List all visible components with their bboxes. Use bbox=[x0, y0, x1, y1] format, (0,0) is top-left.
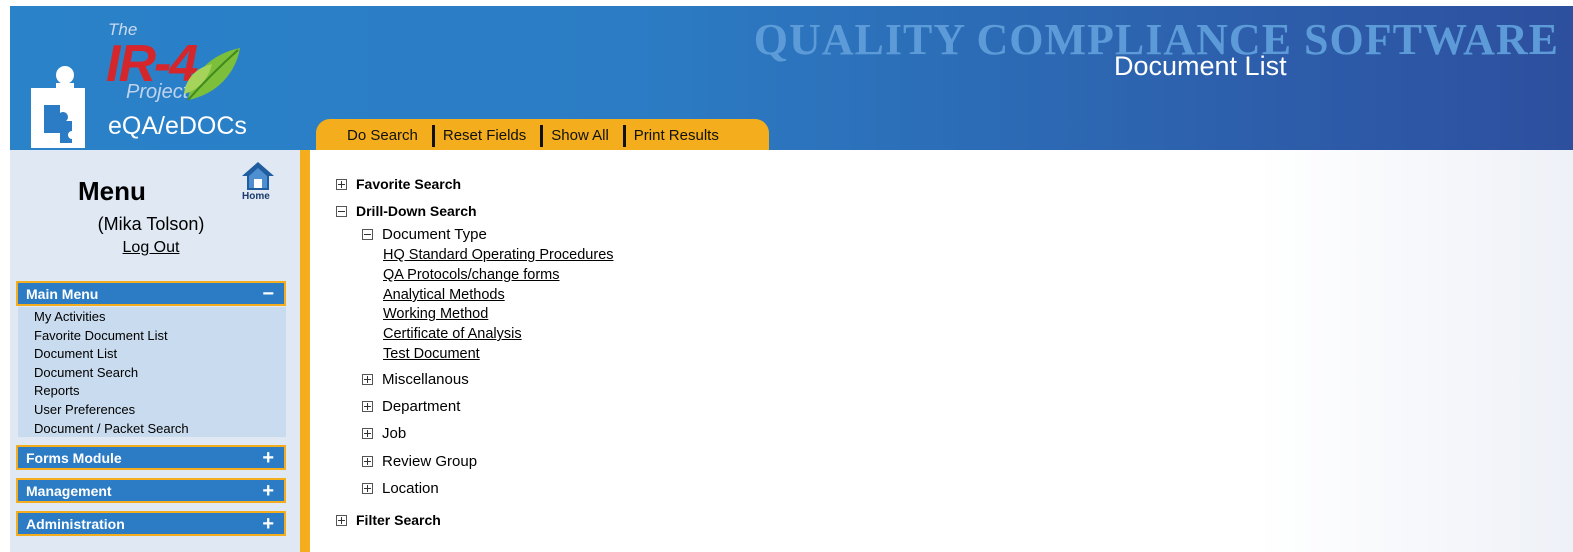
menu-title: Menu bbox=[78, 176, 146, 206]
node-label[interactable]: Review Group bbox=[382, 453, 477, 470]
section-administration[interactable]: Administration + bbox=[16, 511, 286, 536]
menu-item-favorite-document-list[interactable]: Favorite Document List bbox=[18, 327, 286, 346]
tree-node-location[interactable]: Location bbox=[362, 480, 439, 497]
tree-node-miscellanous[interactable]: Miscellanous bbox=[362, 371, 469, 388]
doc-type-link[interactable]: Certificate of Analysis bbox=[383, 326, 522, 342]
minus-expander-icon[interactable] bbox=[362, 229, 373, 240]
doc-type-link[interactable]: QA Protocols/change forms bbox=[383, 267, 560, 283]
sidebar: Menu Home (Mika Tolson) Log Out Main Men… bbox=[10, 150, 300, 552]
plus-icon[interactable]: + bbox=[262, 514, 274, 534]
menu-item-document-list[interactable]: Document List bbox=[18, 345, 286, 364]
menu-item-user-preferences[interactable]: User Preferences bbox=[18, 401, 286, 420]
plus-expander-icon[interactable] bbox=[362, 456, 373, 467]
tree-node-filter-search[interactable]: Filter Search bbox=[336, 512, 441, 528]
section-label: Main Menu bbox=[26, 285, 99, 302]
menu-item-document-packet-search[interactable]: Document / Packet Search bbox=[18, 420, 286, 439]
section-label: Administration bbox=[26, 515, 125, 532]
node-label[interactable]: Drill-Down Search bbox=[356, 203, 477, 219]
tree-node-favorite-search[interactable]: Favorite Search bbox=[336, 176, 461, 192]
doc-type-link[interactable]: Working Method bbox=[383, 306, 488, 322]
node-label[interactable]: Location bbox=[382, 480, 439, 497]
tree-node-document-type[interactable]: Document Type bbox=[362, 226, 487, 243]
user-name: (Mika Tolson) bbox=[97, 214, 205, 234]
doc-type-link[interactable]: Test Document bbox=[383, 346, 480, 362]
menu-item-my-activities[interactable]: My Activities bbox=[18, 308, 286, 327]
sidebar-divider bbox=[300, 150, 310, 552]
doc-type-link[interactable]: Analytical Methods bbox=[383, 287, 505, 303]
plus-expander-icon[interactable] bbox=[336, 178, 347, 190]
home-label[interactable]: Home bbox=[242, 191, 270, 202]
section-label: Forms Module bbox=[26, 449, 122, 466]
do-search-button[interactable]: Do Search bbox=[341, 124, 435, 147]
app-header: The IR-4 Project eQA/eDOCs QUALITY COMPL… bbox=[10, 6, 1573, 150]
main-menu-list: My Activities Favorite Document List Doc… bbox=[18, 307, 286, 437]
menu-item-document-search[interactable]: Document Search bbox=[18, 364, 286, 383]
product-name: eQA/eDOCs bbox=[108, 112, 247, 140]
node-label[interactable]: Filter Search bbox=[356, 512, 441, 528]
document-tree: Favorite Search Drill-Down Search Docume… bbox=[310, 150, 1573, 552]
page-title: Document List bbox=[1114, 51, 1287, 81]
plus-icon[interactable]: + bbox=[262, 448, 274, 468]
tree-node-review-group[interactable]: Review Group bbox=[362, 453, 477, 470]
node-label[interactable]: Department bbox=[382, 398, 460, 415]
plus-expander-icon[interactable] bbox=[362, 483, 373, 494]
doc-type-link[interactable]: HQ Standard Operating Procedures bbox=[383, 247, 614, 263]
node-label[interactable]: Job bbox=[382, 425, 406, 442]
plus-expander-icon[interactable] bbox=[362, 428, 373, 439]
section-label: Management bbox=[26, 482, 112, 499]
plus-expander-icon[interactable] bbox=[362, 401, 373, 412]
node-label[interactable]: Favorite Search bbox=[356, 176, 461, 192]
section-main-menu[interactable]: Main Menu − bbox=[16, 281, 286, 306]
node-label[interactable]: Miscellanous bbox=[382, 371, 469, 388]
section-management[interactable]: Management + bbox=[16, 478, 286, 503]
tree-node-job[interactable]: Job bbox=[362, 425, 406, 442]
menu-item-reports[interactable]: Reports bbox=[18, 382, 286, 401]
logout-link[interactable]: Log Out bbox=[10, 239, 292, 257]
tree-node-drill-down-search[interactable]: Drill-Down Search bbox=[336, 203, 477, 219]
show-all-button[interactable]: Show All bbox=[543, 124, 626, 147]
plus-expander-icon[interactable] bbox=[336, 514, 347, 526]
leaf-icon bbox=[184, 48, 240, 101]
tree-node-department[interactable]: Department bbox=[362, 398, 460, 415]
print-results-button[interactable]: Print Results bbox=[626, 125, 733, 147]
minus-expander-icon[interactable] bbox=[336, 205, 347, 217]
user-puzzle-icon bbox=[31, 66, 85, 148]
logo-project: Project bbox=[126, 81, 189, 103]
minus-icon[interactable]: − bbox=[262, 284, 274, 304]
section-forms-module[interactable]: Forms Module + bbox=[16, 445, 286, 470]
reset-fields-button[interactable]: Reset Fields bbox=[435, 124, 544, 147]
home-icon[interactable] bbox=[240, 160, 276, 192]
plus-expander-icon[interactable] bbox=[362, 374, 373, 385]
action-toolbar: Do Search Reset Fields Show All Print Re… bbox=[316, 119, 769, 150]
node-label[interactable]: Document Type bbox=[382, 226, 487, 243]
plus-icon[interactable]: + bbox=[262, 481, 274, 501]
